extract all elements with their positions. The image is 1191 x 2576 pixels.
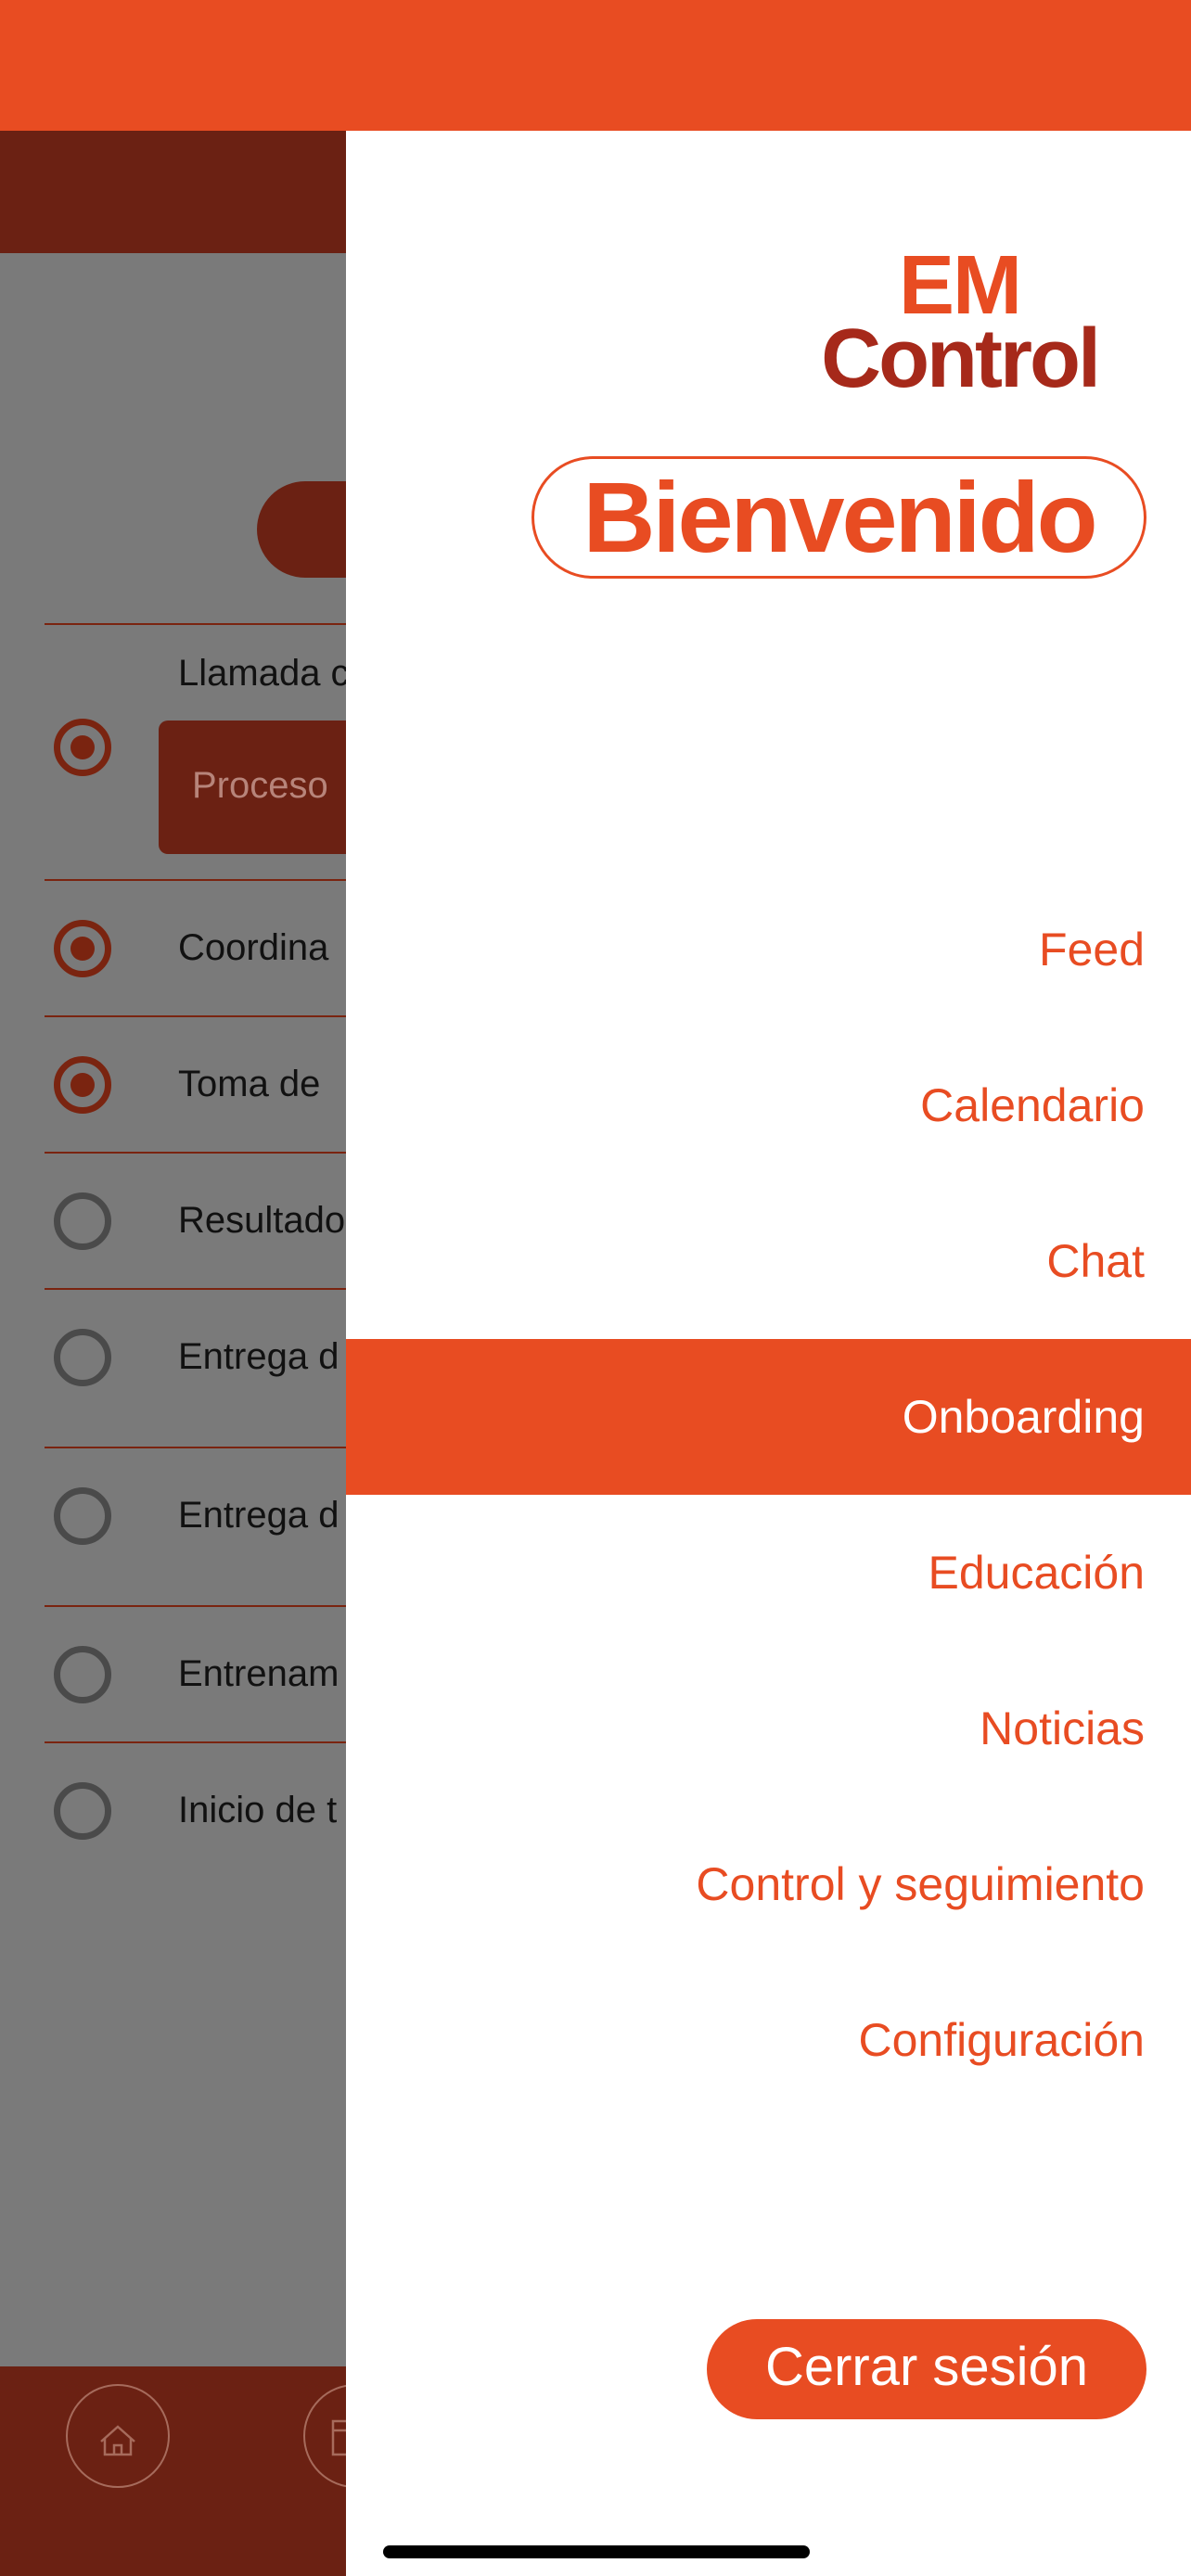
step-check-icon (54, 920, 111, 977)
home-icon[interactable] (66, 2384, 170, 2488)
status-bar (0, 0, 1191, 131)
step-circle-icon (54, 1329, 111, 1386)
welcome-badge: Bienvenido (531, 456, 1146, 579)
step-circle-icon (54, 1782, 111, 1840)
step-circle-icon (54, 1487, 111, 1545)
menu-item-calendario[interactable]: Calendario (346, 1027, 1191, 1183)
step-circle-icon (54, 1646, 111, 1703)
menu-item-onboarding[interactable]: Onboarding (346, 1339, 1191, 1495)
step-label: Llamada c (178, 653, 350, 694)
menu-item-noticias[interactable]: Noticias (346, 1651, 1191, 1806)
step-label: Entrenam (178, 1653, 339, 1694)
navigation-drawer: EM Control Bienvenido Feed Calendario Ch… (346, 131, 1191, 2576)
logo-line-control: Control (821, 312, 1101, 406)
step-label: Resultado (178, 1200, 346, 1241)
step-circle-icon (54, 1192, 111, 1250)
menu-item-educacion[interactable]: Educación (346, 1495, 1191, 1651)
process-label: Proceso (192, 765, 328, 806)
step-label: Coordina (178, 927, 329, 968)
logout-button[interactable]: Cerrar sesión (707, 2319, 1146, 2419)
step-label: Entrega d (178, 1336, 339, 1377)
menu-item-chat[interactable]: Chat (346, 1183, 1191, 1339)
app-logo: EM Control (821, 244, 1101, 406)
step-check-icon (54, 1056, 111, 1114)
menu-item-configuracion[interactable]: Configuración (346, 1962, 1191, 2118)
home-indicator (383, 2545, 810, 2558)
step-label: Toma de (178, 1064, 321, 1104)
step-label: Inicio de t (178, 1790, 338, 1830)
menu-item-control-y-seguimiento[interactable]: Control y seguimiento (346, 1806, 1191, 1962)
menu-item-feed[interactable]: Feed (346, 872, 1191, 1027)
step-check-icon (54, 719, 111, 776)
step-label: Entrega d (178, 1495, 339, 1536)
